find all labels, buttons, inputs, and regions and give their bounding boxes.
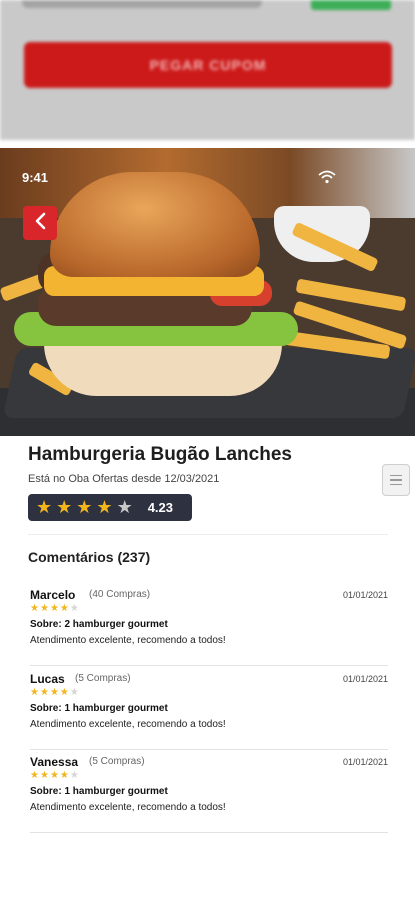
background-screen: PEGAR CUPOM bbox=[0, 0, 415, 140]
rating-stars: ★ ★ ★ ★ ★ bbox=[36, 498, 137, 518]
star-icon: ★ bbox=[96, 496, 113, 517]
star-icon: ★ bbox=[59, 603, 70, 614]
comment-text: Atendimento excelente, recomendo a todos… bbox=[30, 635, 226, 646]
comment-about: Sobre: 2 hamburger gourmet bbox=[30, 619, 168, 630]
back-button[interactable] bbox=[23, 206, 57, 240]
chevron-left-icon bbox=[34, 212, 46, 235]
star-icon: ★ bbox=[69, 687, 80, 698]
menu-icon-line bbox=[390, 479, 402, 481]
star-icon: ★ bbox=[36, 496, 53, 517]
comment-author: Marcelo bbox=[30, 588, 76, 602]
star-icon: ★ bbox=[59, 687, 70, 698]
star-icon: ★ bbox=[69, 770, 80, 781]
hamburger-menu-icon bbox=[390, 474, 402, 477]
restaurant-hero-image: 9:41 bbox=[0, 148, 415, 436]
comment-about: Sobre: 1 hamburger gourmet bbox=[30, 786, 168, 797]
menu-button[interactable] bbox=[382, 464, 410, 496]
rating-badge: ★ ★ ★ ★ ★ 4.23 bbox=[28, 494, 192, 521]
star-icon: ★ bbox=[116, 496, 133, 517]
comment-stars: ★★★★★ bbox=[30, 770, 80, 781]
comment-purchases: (5 Compras) bbox=[89, 756, 145, 767]
comment-item: Vanessa (5 Compras) 01/01/2021 ★★★★★ Sobre: … bbox=[30, 749, 388, 833]
restaurant-name: Hamburgeria Bugão Lanches bbox=[28, 444, 292, 465]
star-icon: ★ bbox=[76, 496, 93, 517]
comment-author: Vanessa bbox=[30, 755, 79, 769]
comment-purchases: (40 Compras) bbox=[89, 589, 151, 600]
comment-text: Atendimento excelente, recomendo a todos… bbox=[30, 719, 226, 730]
menu-icon-line bbox=[390, 483, 402, 486]
comment-date: 01/01/2021 bbox=[342, 757, 388, 767]
star-icon: ★ bbox=[39, 770, 50, 781]
rating-value: 4.23 bbox=[147, 500, 174, 515]
blurred-text bbox=[22, 0, 262, 8]
star-icon: ★ bbox=[69, 603, 80, 614]
comment-author: Lucas bbox=[30, 672, 65, 686]
comment-item: Lucas (5 Compras) 01/01/2021 ★★★★★ Sobre: 1 … bbox=[30, 666, 388, 750]
star-icon: ★ bbox=[39, 603, 50, 614]
comment-date: 01/01/2021 bbox=[342, 674, 388, 684]
star-icon: ★ bbox=[39, 687, 50, 698]
comment-text: Atendimento excelente, recomendo a todos… bbox=[30, 802, 226, 813]
star-icon: ★ bbox=[49, 687, 60, 698]
comment-stars: ★★★★★ bbox=[30, 687, 80, 698]
star-icon: ★ bbox=[30, 770, 40, 781]
status-time: 9:41 bbox=[22, 170, 49, 185]
star-icon: ★ bbox=[59, 770, 70, 781]
coupon-button: PEGAR CUPOM bbox=[24, 42, 392, 88]
star-icon: ★ bbox=[49, 603, 60, 614]
comment-date: 01/01/2021 bbox=[342, 590, 388, 600]
star-icon: ★ bbox=[56, 496, 73, 517]
comment-about: Sobre: 1 hamburger gourmet bbox=[30, 703, 168, 714]
comment-stars: ★★★★★ bbox=[30, 603, 80, 614]
comment-purchases: (5 Compras) bbox=[75, 673, 131, 684]
star-icon: ★ bbox=[49, 770, 60, 781]
comment-item: Marcelo (40 Compras) 01/01/2021 ★★★★★ Sobre:… bbox=[30, 582, 388, 666]
wifi-icon bbox=[318, 170, 336, 187]
star-icon: ★ bbox=[30, 603, 40, 614]
blurred-green-button bbox=[311, 0, 391, 10]
member-since: Está no Oba Ofertas desde 12/03/2021 bbox=[28, 473, 220, 485]
star-icon: ★ bbox=[30, 687, 40, 698]
comments-title: Comentários (237) bbox=[28, 549, 151, 565]
divider bbox=[28, 534, 388, 535]
